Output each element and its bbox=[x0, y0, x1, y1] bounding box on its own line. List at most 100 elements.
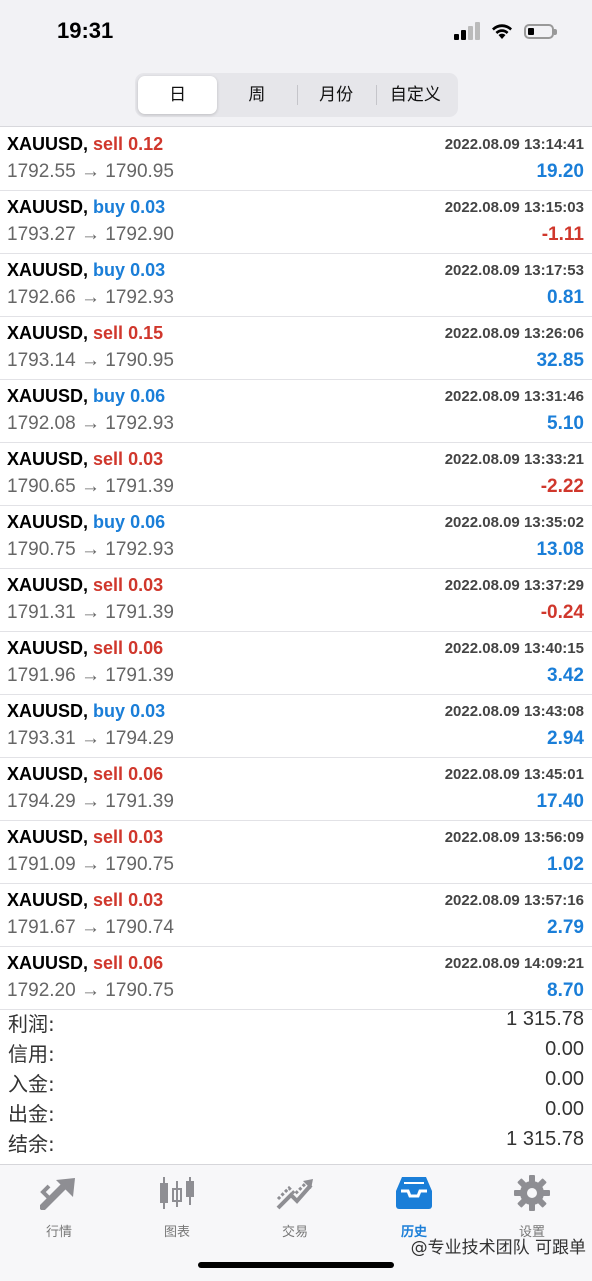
trade-row[interactable]: XAUUSD, sell 0.06 2022.08.09 13:45:01 1794… bbox=[0, 758, 592, 821]
summary-row: 结余: 1 315.78 bbox=[0, 1126, 592, 1156]
trade-chart-icon bbox=[276, 1179, 313, 1210]
trade-title: XAUUSD, buy 0.03 bbox=[7, 260, 165, 281]
tab-custom[interactable]: 自定义 bbox=[375, 76, 455, 114]
trade-volume: 0.12 bbox=[128, 134, 164, 154]
trade-prices: 1793.27 → 1792.90 bbox=[7, 224, 174, 246]
trade-title: XAUUSD, sell 0.06 bbox=[7, 764, 163, 785]
tab-charts[interactable]: 图表 bbox=[127, 1175, 227, 1240]
trade-prices: 1794.29 → 1791.39 bbox=[7, 791, 174, 813]
account-summary: 利润: 1 315.78 信用: 0.00 入金: 0.00 出金: 0.00 结余: 1 315… bbox=[0, 1006, 592, 1156]
summary-value: 1 315.78 bbox=[506, 1128, 584, 1150]
summary-label: 出金: bbox=[8, 1102, 55, 1126]
trade-volume: 0.03 bbox=[130, 197, 166, 217]
tab-day[interactable]: 日 bbox=[138, 76, 218, 114]
status-time: 19:31 bbox=[57, 18, 114, 43]
trade-volume: 0.03 bbox=[128, 827, 164, 847]
trade-prices: 1790.65 → 1791.39 bbox=[7, 476, 174, 498]
trade-volume: 0.03 bbox=[128, 449, 164, 469]
trade-row[interactable]: XAUUSD, sell 0.15 2022.08.09 13:26:06 1793… bbox=[0, 317, 592, 380]
arrow-icon: → bbox=[80, 665, 100, 686]
trade-side: sell bbox=[93, 953, 124, 973]
summary-value: 0.00 bbox=[545, 1068, 584, 1090]
arrow-icon: → bbox=[80, 602, 100, 623]
trade-symbol: XAUUSD, bbox=[7, 575, 89, 595]
trade-prices: 1791.96 → 1791.39 bbox=[7, 665, 174, 687]
history-inbox-icon bbox=[396, 1177, 432, 1209]
trade-profit: 2.79 bbox=[547, 917, 584, 938]
trade-row[interactable]: XAUUSD, buy 0.06 2022.08.09 13:31:46 1792.… bbox=[0, 380, 592, 443]
close-price: 1791.39 bbox=[105, 602, 174, 623]
trade-title: XAUUSD, sell 0.03 bbox=[7, 827, 163, 848]
trade-side: sell bbox=[93, 323, 124, 343]
trade-title: XAUUSD, buy 0.03 bbox=[7, 701, 165, 722]
trade-prices: 1792.55 → 1790.95 bbox=[7, 161, 174, 183]
trade-symbol: XAUUSD, bbox=[7, 323, 89, 343]
trade-time: 2022.08.09 13:43:08 bbox=[444, 703, 584, 720]
trade-prices: 1791.67 → 1790.74 bbox=[7, 917, 174, 939]
trade-row[interactable]: XAUUSD, buy 0.03 2022.08.09 13:43:08 1793.… bbox=[0, 695, 592, 758]
period-header: 日 周 月份 自定义 bbox=[0, 66, 592, 127]
trade-volume: 0.03 bbox=[130, 701, 166, 721]
tab-month[interactable]: 月份 bbox=[296, 76, 376, 114]
close-price: 1791.39 bbox=[105, 791, 174, 812]
close-price: 1792.93 bbox=[105, 539, 174, 560]
status-bar: 19:31 bbox=[0, 0, 592, 66]
trade-row[interactable]: XAUUSD, sell 0.06 2022.08.09 13:40:15 1791… bbox=[0, 632, 592, 695]
trade-history-list: XAUUSD, sell 0.12 2022.08.09 13:14:41 1792… bbox=[0, 128, 592, 1010]
trade-row[interactable]: XAUUSD, buy 0.03 2022.08.09 13:15:03 1793.… bbox=[0, 191, 592, 254]
trade-row[interactable]: XAUUSD, sell 0.03 2022.08.09 13:56:09 1791… bbox=[0, 821, 592, 884]
open-price: 1792.08 bbox=[7, 413, 76, 434]
trade-profit: 32.85 bbox=[536, 350, 584, 371]
trade-row[interactable]: XAUUSD, buy 0.03 2022.08.09 13:17:53 1792.… bbox=[0, 254, 592, 317]
tab-settings[interactable]: 设置 bbox=[482, 1175, 582, 1240]
close-price: 1790.95 bbox=[105, 350, 174, 371]
open-price: 1792.20 bbox=[7, 980, 76, 1001]
trade-profit: -2.22 bbox=[540, 476, 584, 497]
close-price: 1790.95 bbox=[105, 161, 174, 182]
trade-profit: 19.20 bbox=[536, 161, 584, 182]
trade-symbol: XAUUSD, bbox=[7, 953, 89, 973]
summary-value: 0.00 bbox=[545, 1098, 584, 1120]
open-price: 1791.96 bbox=[7, 665, 76, 686]
trade-volume: 0.06 bbox=[128, 638, 164, 658]
summary-label: 信用: bbox=[8, 1042, 55, 1066]
open-price: 1791.09 bbox=[7, 854, 76, 875]
trade-row[interactable]: XAUUSD, buy 0.06 2022.08.09 13:35:02 1790.… bbox=[0, 506, 592, 569]
trade-profit: 0.81 bbox=[547, 287, 584, 308]
cellular-signal-icon bbox=[454, 22, 480, 40]
trade-profit: 8.70 bbox=[547, 980, 584, 1001]
open-price: 1792.55 bbox=[7, 161, 76, 182]
tab-week[interactable]: 周 bbox=[217, 76, 296, 114]
trade-side: sell bbox=[93, 638, 124, 658]
trade-row[interactable]: XAUUSD, sell 0.12 2022.08.09 13:14:41 1792… bbox=[0, 128, 592, 191]
tab-quotes-label: 行情 bbox=[45, 1225, 72, 1240]
trade-row[interactable]: XAUUSD, sell 0.03 2022.08.09 13:57:16 1791… bbox=[0, 884, 592, 947]
trade-volume: 0.03 bbox=[130, 260, 166, 280]
trade-prices: 1793.31 → 1794.29 bbox=[7, 728, 174, 750]
trade-row[interactable]: XAUUSD, sell 0.03 2022.08.09 13:33:21 1790… bbox=[0, 443, 592, 506]
open-price: 1791.31 bbox=[7, 602, 76, 623]
trade-side: sell bbox=[93, 134, 124, 154]
tab-quotes[interactable]: 行情 bbox=[9, 1175, 109, 1240]
close-price: 1794.29 bbox=[105, 728, 174, 749]
trade-profit: 1.02 bbox=[547, 854, 584, 875]
trade-volume: 0.06 bbox=[128, 764, 164, 784]
trade-time: 2022.08.09 13:57:16 bbox=[444, 892, 584, 909]
close-price: 1792.90 bbox=[105, 224, 174, 245]
open-price: 1793.27 bbox=[7, 224, 76, 245]
arrow-icon: → bbox=[80, 161, 100, 182]
trade-row[interactable]: XAUUSD, sell 0.06 2022.08.09 14:09:21 1792… bbox=[0, 947, 592, 1010]
tab-history[interactable]: 历史 bbox=[364, 1175, 464, 1240]
arrow-icon: → bbox=[80, 539, 100, 560]
open-price: 1794.29 bbox=[7, 791, 76, 812]
status-icons bbox=[454, 22, 557, 40]
summary-row: 入金: 0.00 bbox=[0, 1066, 592, 1096]
trade-prices: 1792.20 → 1790.75 bbox=[7, 980, 174, 1002]
summary-value: 1 315.78 bbox=[506, 1008, 584, 1030]
tab-trade[interactable]: 交易 bbox=[245, 1175, 345, 1240]
trade-symbol: XAUUSD, bbox=[7, 260, 89, 280]
trade-symbol: XAUUSD, bbox=[7, 449, 89, 469]
trade-row[interactable]: XAUUSD, sell 0.03 2022.08.09 13:37:29 1791… bbox=[0, 569, 592, 632]
open-price: 1791.67 bbox=[7, 917, 76, 938]
summary-label: 利润: bbox=[8, 1012, 55, 1036]
